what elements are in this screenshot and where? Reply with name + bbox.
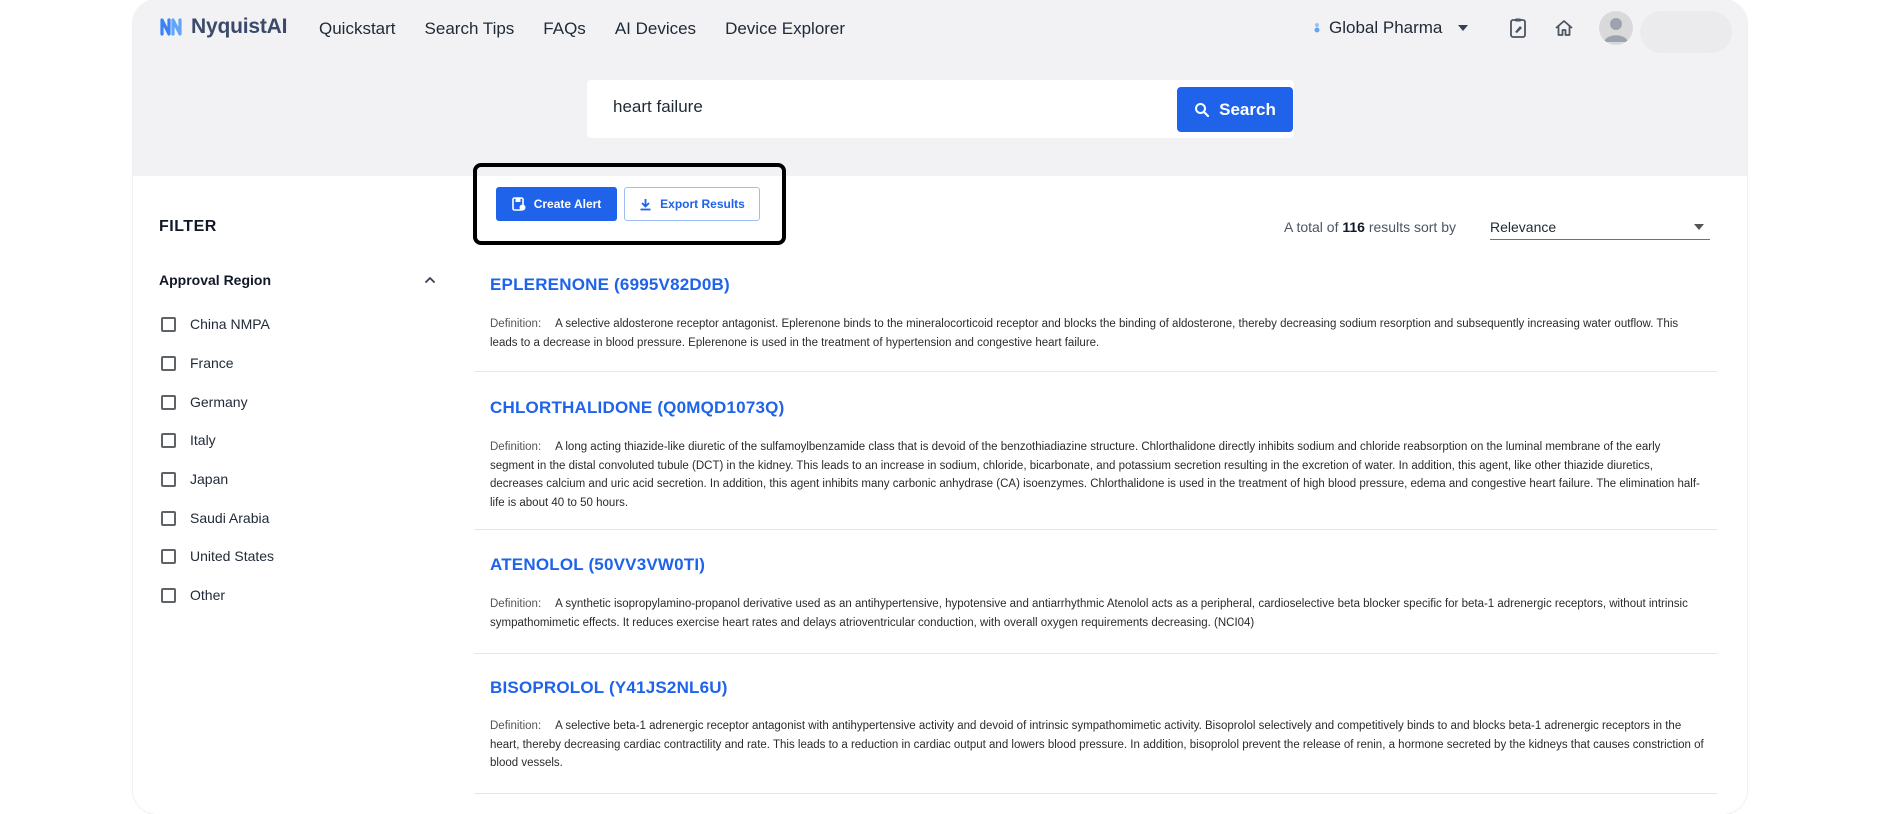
checkbox[interactable] — [161, 510, 176, 526]
org-selector[interactable]: Global Pharma — [1313, 18, 1469, 38]
filter-option-label: Italy — [190, 432, 216, 448]
checkbox[interactable] — [161, 316, 176, 332]
create-alert-button[interactable]: Create Alert — [496, 187, 617, 221]
export-results-button[interactable]: Export Results — [624, 187, 760, 221]
brand-name: NyquistAI — [191, 15, 288, 38]
org-name: Global Pharma — [1329, 18, 1443, 37]
download-icon — [640, 198, 651, 210]
search-input[interactable] — [613, 97, 1153, 117]
total-count: 116 — [1342, 219, 1365, 235]
checkbox[interactable] — [161, 587, 176, 603]
total-suffix: results sort by — [1368, 219, 1456, 235]
definition-label: Definition: — [490, 598, 542, 610]
logo[interactable]: NyquistAI — [159, 14, 287, 40]
filter-option-united-states[interactable]: United States — [161, 548, 274, 564]
nav-device-explorer[interactable]: Device Explorer — [725, 18, 845, 40]
checkbox[interactable] — [161, 432, 176, 448]
filter-option-other[interactable]: Other — [161, 587, 225, 603]
results-total: A total of 116 results sort by — [1284, 219, 1456, 235]
result-title[interactable]: BISOPROLOL (Y41JS2NL6U) — [490, 678, 728, 698]
search-button-label: Search — [1219, 99, 1276, 119]
definition-label: Definition: — [490, 318, 542, 330]
main-nav: Quickstart Search Tips FAQs AI Devices D… — [319, 18, 874, 40]
filter-option-label: Saudi Arabia — [190, 510, 270, 526]
home-icon[interactable] — [1553, 17, 1575, 39]
filter-option-label: Other — [190, 587, 226, 603]
result-definition: Definition: A synthetic isopropylamino-pr… — [490, 595, 1706, 632]
nav-quickstart[interactable]: Quickstart — [319, 18, 396, 40]
nav-ai-devices[interactable]: AI Devices — [615, 18, 696, 40]
search-icon — [1195, 102, 1210, 117]
total-prefix: A total of — [1284, 219, 1339, 235]
definition-text: A selective aldosterone receptor antagon… — [490, 318, 1679, 349]
top-header: NyquistAI Quickstart Search Tips FAQs AI… — [133, 0, 1747, 176]
filter-option-japan[interactable]: Japan — [161, 471, 228, 487]
checkbox[interactable] — [161, 355, 176, 371]
nav-search-tips[interactable]: Search Tips — [425, 18, 515, 40]
definition-text: A synthetic isopropylamino-propanol deri… — [490, 598, 1688, 629]
definition-label: Definition: — [490, 441, 542, 453]
filter-option-china-nmpa[interactable]: China NMPA — [161, 316, 270, 332]
create-alert-label: Create Alert — [533, 197, 602, 211]
result-definition: Definition: A selective beta-1 adrenergic… — [490, 717, 1706, 773]
sort-value: Relevance — [1490, 218, 1557, 235]
chevron-down-icon — [1694, 223, 1704, 230]
nav-faqs[interactable]: FAQs — [543, 18, 586, 40]
filter-option-label: United States — [190, 548, 275, 564]
search-bar: Search — [587, 80, 1294, 138]
user-name-redacted — [1640, 11, 1732, 53]
result-title[interactable]: CHLORTHALIDONE (Q0MQD1073Q) — [490, 398, 784, 418]
avatar[interactable] — [1599, 11, 1633, 45]
approval-region-header[interactable]: Approval Region — [159, 272, 435, 288]
filter-option-italy[interactable]: Italy — [161, 432, 216, 448]
sort-select[interactable]: Relevance — [1490, 214, 1710, 240]
checkbox[interactable] — [161, 471, 176, 487]
result-item: CHLORTHALIDONE (Q0MQD1073Q) Definition: A… — [474, 372, 1717, 530]
checkbox[interactable] — [161, 394, 176, 410]
definition-label: Definition: — [490, 720, 542, 732]
result-definition: Definition: A selective aldosterone recep… — [490, 315, 1706, 352]
clipboard-edit-icon[interactable] — [1507, 17, 1529, 39]
search-button[interactable]: Search — [1177, 87, 1293, 132]
checkbox[interactable] — [161, 548, 176, 564]
filter-option-label: France — [190, 355, 234, 371]
filter-title: FILTER — [159, 218, 217, 235]
export-results-label: Export Results — [660, 197, 745, 211]
definition-text: A long acting thiazide-like diuretic of … — [490, 441, 1700, 509]
filter-option-france[interactable]: France — [161, 355, 234, 371]
chevron-down-icon — [1458, 25, 1469, 31]
result-item: EPLERENONE (6995V82D0B) Definition: A sel… — [474, 272, 1717, 372]
nyquist-logo-icon — [160, 18, 182, 36]
definition-text: A selective beta-1 adrenergic receptor a… — [490, 720, 1704, 769]
filter-option-label: Japan — [190, 471, 229, 487]
alert-save-icon — [511, 197, 526, 211]
approval-region-title: Approval Region — [159, 272, 272, 288]
filter-option-saudi-arabia[interactable]: Saudi Arabia — [161, 510, 269, 526]
result-title[interactable]: ATENOLOL (50VV3VW0TI) — [490, 555, 705, 575]
filter-option-germany[interactable]: Germany — [161, 394, 248, 410]
result-item: BISOPROLOL (Y41JS2NL6U) Definition: A sel… — [474, 654, 1717, 794]
result-item: ATENOLOL (50VV3VW0TI) Definition: A synth… — [474, 530, 1717, 654]
user-avatar-icon — [1604, 18, 1628, 42]
filter-option-label: China NMPA — [190, 316, 270, 332]
filter-option-label: Germany — [190, 394, 248, 410]
result-title[interactable]: EPLERENONE (6995V82D0B) — [490, 275, 730, 295]
org-icon — [1314, 23, 1320, 33]
chevron-up-icon[interactable] — [425, 275, 435, 285]
result-definition: Definition: A long acting thiazide-like d… — [490, 438, 1706, 512]
app-window: NyquistAI Quickstart Search Tips FAQs AI… — [133, 0, 1747, 814]
